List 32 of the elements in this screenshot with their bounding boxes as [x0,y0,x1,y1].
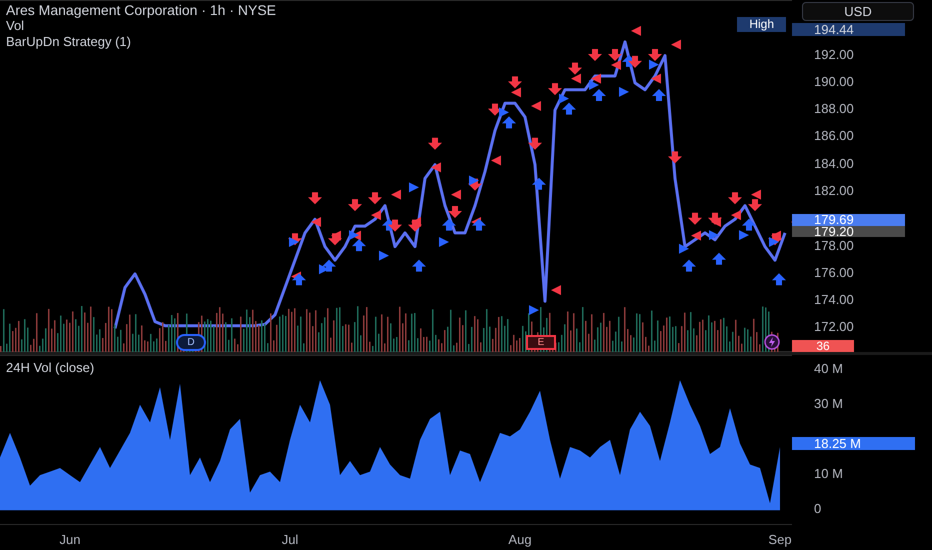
price-tick-label: 174.00 [814,293,854,308]
earnings-marker[interactable]: E [526,335,556,350]
volume-tick-label: 30 M [814,396,843,412]
volume-tick-label: 10 M [814,466,843,482]
price-tick-label: 186.00 [814,129,854,144]
last-price-label: 179.69 [792,214,905,226]
high-label: High [737,17,786,32]
price-tick-label: 190.00 [814,74,854,89]
high-price-label: 194.44 [792,23,905,36]
volume-value-label: 18.25 M [792,437,915,450]
indicator-label: Vol [6,18,26,34]
volume-tick-label: 40 M [814,360,843,377]
time-axis-label: Sep [768,531,792,549]
time-axis-label: Aug [508,531,532,549]
price-tick-label: 172.00 [814,320,854,334]
time-axis-label: Jul [282,531,298,549]
price-tick-label: 184.00 [814,156,854,171]
pane-title: 24H Vol (close) [6,359,94,377]
indicator-label: BarUpDn Strategy (1) [6,34,132,50]
dividend-marker[interactable]: D [176,334,206,351]
lightning-marker-icon[interactable] [764,334,780,350]
time-axis-label: Jun [60,531,80,549]
currency-button[interactable]: USD [802,2,914,21]
price-tick-label: 188.00 [814,102,854,116]
previous-close-label: 179.20 [792,226,905,237]
price-tick-label: 192.00 [814,48,854,62]
price-tick-label: 178.00 [814,238,854,253]
price-tick-label: 176.00 [814,266,854,280]
countdown-label: 36 [792,340,854,352]
price-tick-label: 182.00 [814,184,854,198]
volume-tick-label: 0 [814,501,822,518]
chart-title: Ares Management Corporation · 1h · NYSE [6,2,276,18]
